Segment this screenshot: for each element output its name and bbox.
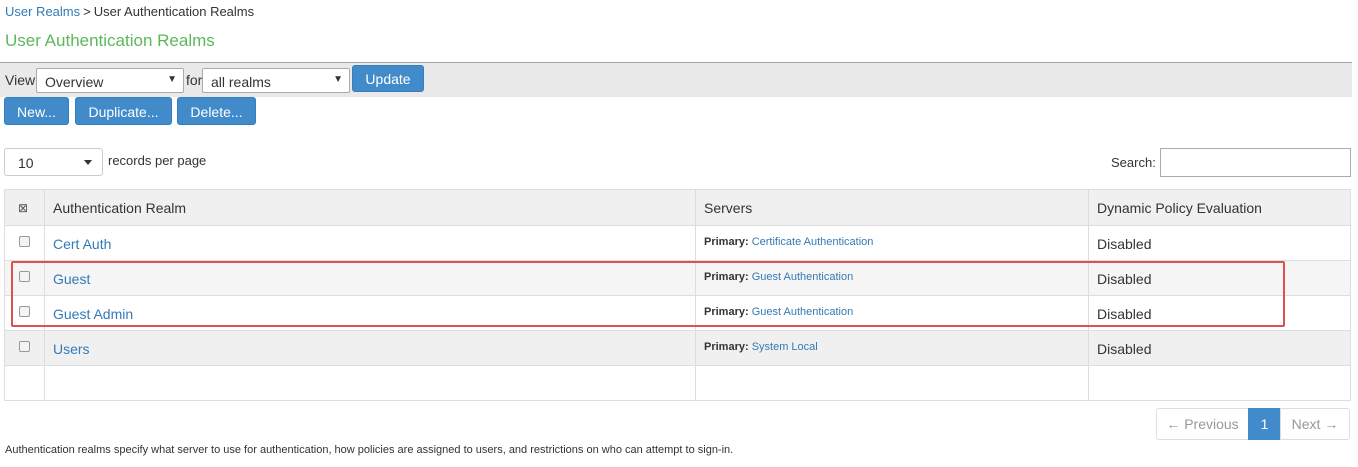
breadcrumb-current: User Authentication Realms [93,4,255,19]
update-button[interactable]: Update [352,65,424,92]
dpe-value: Disabled [1097,341,1152,357]
pagination-next[interactable]: Next → [1280,408,1350,440]
row-checkbox[interactable] [19,341,30,352]
dropdown-arrow-icon: ▼ [333,74,343,85]
empty-cell [45,366,696,400]
breadcrumb-separator: > [83,4,91,19]
realm-link[interactable]: Users [53,341,90,357]
pagination-page-1[interactable]: 1 [1248,408,1281,440]
server-cell: Primary: Certificate Authentication [704,236,873,248]
duplicate-button[interactable]: Duplicate... [75,97,172,125]
dropdown-arrow-icon: ▼ [167,74,177,85]
view-select-value: Overview [45,74,104,90]
table-row: Users Primary: System Local Disabled [5,331,1350,366]
footer-help-text: Authentication realms specify what serve… [5,444,734,456]
server-prefix: Primary: [704,341,749,353]
records-per-page-select[interactable]: 10 [4,148,103,176]
select-all-checkbox-icon[interactable]: ⊠ [18,201,28,215]
search-input[interactable] [1160,148,1351,177]
realm-filter-select[interactable]: all realms ▼ [202,68,350,93]
header-dynamic-policy-evaluation[interactable]: Dynamic Policy Evaluation [1089,190,1350,225]
highlight-box [11,261,1285,327]
delete-button[interactable]: Delete... [177,97,256,125]
column-header-label: Servers [704,200,753,216]
realm-link[interactable]: Cert Auth [53,236,111,252]
caret-down-icon [84,160,92,165]
view-toolbar: View: Overview ▼ for all realms ▼ [0,62,1352,97]
empty-cell [1089,366,1350,400]
breadcrumb: User Realms > User Authentication Realms [5,4,254,19]
column-header-label: Authentication Realm [53,200,187,216]
table-row-empty [5,366,1350,400]
page-title: User Authentication Realms [5,31,215,50]
header-select-all-cell[interactable]: ⊠ [5,190,45,225]
row-checkbox[interactable] [19,236,30,247]
empty-cell [696,366,1089,400]
server-link[interactable]: Certificate Authentication [752,236,874,248]
server-cell: Primary: System Local [704,341,818,353]
view-label: View: [5,72,39,88]
header-servers[interactable]: Servers [696,190,1089,225]
server-link[interactable]: System Local [752,341,818,353]
dpe-value: Disabled [1097,236,1152,252]
breadcrumb-user-realms-link[interactable]: User Realms [5,4,80,19]
records-per-page-label: records per page [108,153,207,168]
search-label: Search: [1111,155,1156,170]
records-per-page-value: 10 [18,155,34,171]
for-label: for [186,72,203,88]
server-prefix: Primary: [704,236,749,248]
empty-cell [5,366,45,400]
table-header-row: ⊠ Authentication Realm Servers Dynamic P… [5,190,1350,226]
header-authentication-realm[interactable]: Authentication Realm [45,190,696,225]
new-button[interactable]: New... [4,97,69,125]
column-header-label: Dynamic Policy Evaluation [1097,200,1262,216]
pagination-previous[interactable]: ← Previous [1156,408,1249,440]
table-row: Cert Auth Primary: Certificate Authentic… [5,226,1350,261]
realm-filter-value: all realms [211,74,271,90]
view-select[interactable]: Overview ▼ [36,68,184,93]
